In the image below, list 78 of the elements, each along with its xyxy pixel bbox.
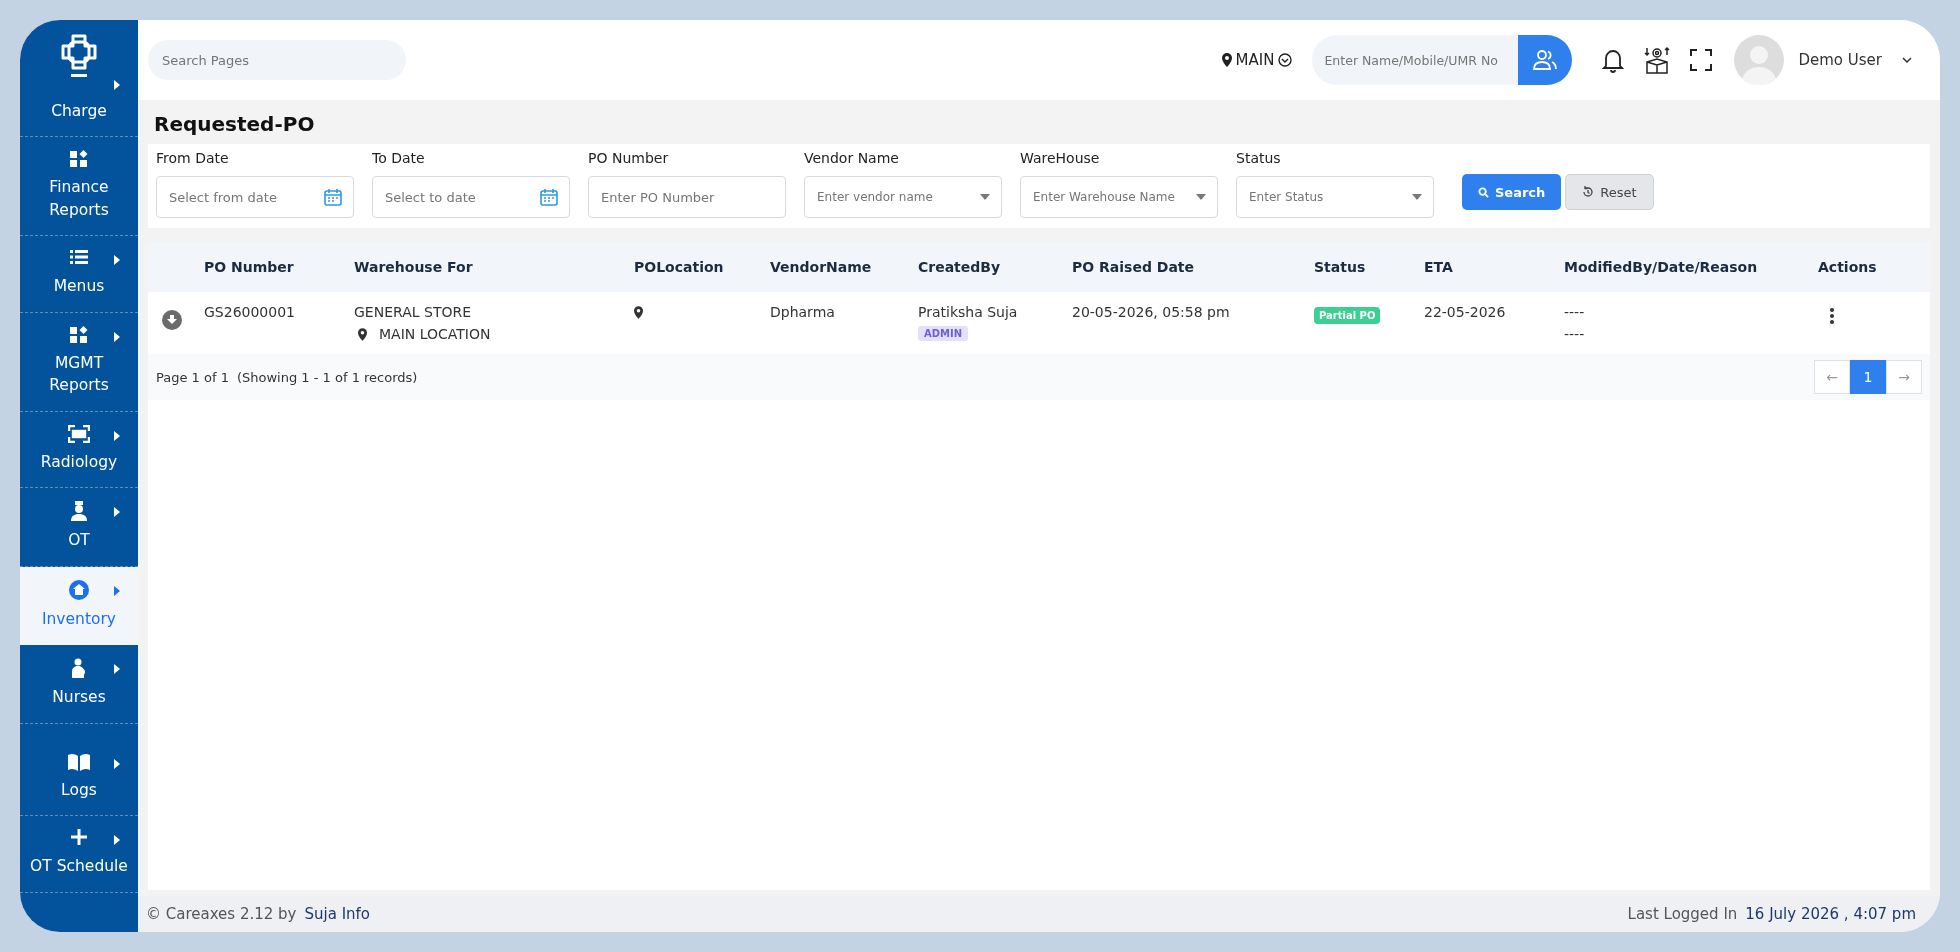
page-info: Page 1 of 1 [156,369,229,385]
search-icon [1478,186,1489,198]
reset-button[interactable]: Reset [1565,174,1654,210]
avatar [1734,35,1785,85]
column-header: ModifiedBy/Date/Reason [1564,259,1759,275]
company-link[interactable]: Suja Info [304,905,371,923]
cross-logo-icon [59,32,99,72]
reset-icon [1582,186,1595,198]
bell-icon[interactable] [1602,47,1625,73]
grid-icon [70,325,88,344]
page-title: Requested-PO [154,112,316,136]
table-cell: ---- [1564,304,1585,320]
location-pin-icon [634,306,643,319]
table-cell-text: 20-05-2026, 05:58 pm [1072,304,1231,320]
scan-icon [68,424,90,443]
fullscreen-icon[interactable] [1690,49,1713,71]
patient-search-field[interactable]: Enter Name/Mobile/UMR No [1312,35,1519,85]
role-badge: ADMIN [918,326,969,341]
plus-icon [71,829,87,846]
search-button[interactable]: Search [1462,174,1562,210]
column-header: Actions [1818,259,1878,275]
copyright-text: © Careaxes 2.12 by [146,905,297,923]
chevron-down-icon [1278,53,1293,67]
caret-down-icon[interactable] [1196,194,1206,200]
column-header: PO Raised Date [1072,259,1196,275]
field-label: PO Number [588,150,670,166]
field-label: Vendor Name [804,150,900,166]
table-cell-text: 22-05-2026 [1424,304,1507,320]
table-cell: Pratiksha Suja [918,304,1018,320]
column-header: ETA [1424,259,1454,275]
column-header: PO Number [204,259,295,275]
table-cell: GENERAL STORE [354,304,472,320]
field-label: From Date [156,150,230,166]
doctor-icon [70,501,88,522]
home-icon [69,579,89,600]
book-icon [68,752,90,771]
date-field[interactable]: Select to date [372,176,570,218]
list-icon [70,249,88,266]
patients-button[interactable] [1518,35,1573,85]
field-label: Status [1236,150,1282,166]
sidebar-item[interactable]: Inventory [20,566,138,646]
table-cell-text: GS26000001 [204,304,296,320]
chevron-down-icon [1902,57,1912,63]
input-field[interactable]: Enter PO Number [588,176,786,218]
status-badge: Partial PO [1314,307,1381,324]
select-field[interactable]: Enter Warehouse Name [1020,176,1218,218]
download-icon[interactable] [162,310,182,330]
user-menu[interactable]: Demo User [1798,51,1912,69]
column-header: CreatedBy [918,259,1002,275]
column-header: Warehouse For [354,259,474,275]
date-field[interactable]: Select from date [156,176,354,218]
column-header: VendorName [770,259,873,275]
table-cell-text: Dpharma [770,304,836,320]
calendar-icon[interactable] [540,188,558,206]
caret-down-icon[interactable] [980,194,990,200]
calendar-icon[interactable] [324,188,342,206]
table-cell: ---- [1564,326,1585,342]
column-header: POLocation [634,259,725,275]
last-login-label: Last Logged In [1627,905,1738,923]
last-login-time: 16 July 2026 , 4:07 pm [1745,905,1916,923]
select-field[interactable]: Enter vendor name [804,176,1002,218]
location-selector[interactable]: MAIN [1221,51,1293,69]
location-pin-icon [1221,53,1232,67]
field-label: To Date [372,150,426,166]
field-label: WareHouse [1020,150,1101,166]
people-icon [1533,49,1558,71]
records-info: (Showing 1 - 1 of 1 records) [236,369,418,385]
caret-down-icon[interactable] [1412,194,1422,200]
select-field[interactable]: Enter Status [1236,176,1434,218]
search-field[interactable]: Search Pages [148,40,406,80]
grid-icon [70,150,88,169]
person-icon [70,658,88,679]
dash-icon [71,74,87,78]
page-button[interactable]: 1 [1850,360,1886,394]
more-icon[interactable] [1830,308,1834,324]
column-header: Status [1314,259,1367,275]
location-pin-icon [358,327,367,341]
table-cell: MAIN LOCATION [379,326,491,342]
